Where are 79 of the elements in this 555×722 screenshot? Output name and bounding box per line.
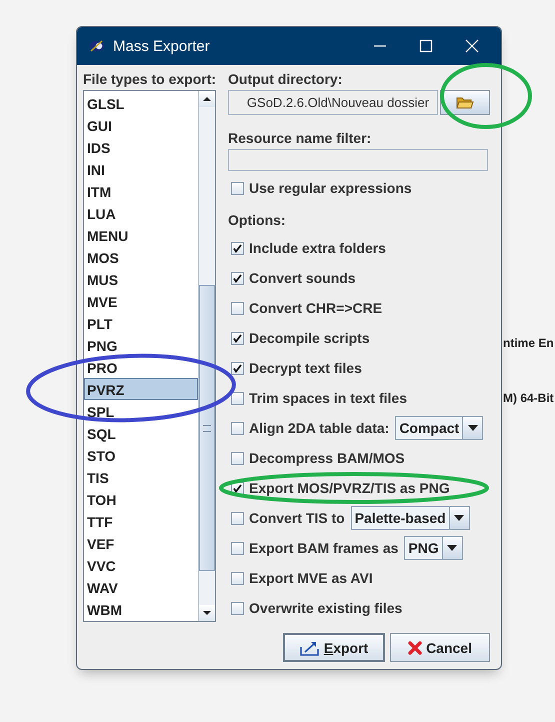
- file-type-item[interactable]: PNG: [84, 334, 198, 356]
- checkbox[interactable]: [231, 332, 244, 344]
- checkbox-label: Export MOS/PVRZ/TIS as PNG: [249, 480, 450, 496]
- checkbox-label: Use regular expressions: [249, 180, 412, 196]
- file-type-item[interactable]: PVRZ: [84, 378, 198, 400]
- file-type-item[interactable]: SPL: [84, 400, 198, 422]
- background-window-text: M) 64-Bit: [503, 391, 554, 405]
- file-type-item[interactable]: GLSL: [84, 92, 198, 114]
- checkbox[interactable]: [231, 362, 244, 374]
- export-button[interactable]: Export: [283, 633, 386, 662]
- scrollbar[interactable]: [198, 91, 216, 621]
- cancel-icon: [408, 640, 422, 654]
- scroll-down-icon[interactable]: [199, 605, 216, 621]
- checkbox-label: Trim spaces in text files: [249, 390, 407, 406]
- window-title: Mass Exporter: [113, 38, 211, 54]
- checkbox-label: Overwrite existing files: [249, 600, 402, 616]
- output-directory-field[interactable]: GSoD.2.6.Old\Nouveau dossier: [228, 90, 438, 115]
- scroll-up-icon[interactable]: [199, 91, 216, 107]
- file-type-item[interactable]: ITM: [84, 180, 198, 202]
- checkbox-label: Decompress BAM/MOS: [249, 450, 405, 466]
- maximize-icon[interactable]: [419, 39, 433, 53]
- file-type-item[interactable]: MVE: [84, 290, 198, 312]
- dropdown-arrow-icon: [447, 545, 458, 551]
- output-directory-label: Output directory:: [228, 71, 344, 88]
- dropdown[interactable]: Compact: [395, 416, 484, 440]
- checkbox[interactable]: [231, 422, 244, 434]
- file-type-item[interactable]: MOS: [84, 246, 198, 268]
- file-type-item[interactable]: WBM: [84, 598, 198, 620]
- checkbox-label: Convert TIS to: [249, 510, 345, 526]
- checkbox[interactable]: [231, 572, 244, 584]
- checkbox[interactable]: [231, 452, 244, 464]
- file-types-label: File types to export:: [83, 71, 216, 88]
- checkbox[interactable]: [231, 242, 244, 254]
- file-type-item[interactable]: SQL: [84, 422, 198, 444]
- checkbox-label: Include extra folders: [249, 240, 386, 256]
- browse-button[interactable]: [440, 90, 490, 115]
- checkbox[interactable]: [231, 302, 244, 314]
- file-type-item[interactable]: MUS: [84, 268, 198, 290]
- checkbox[interactable]: [231, 602, 244, 614]
- scrollbar-thumb[interactable]: [199, 285, 216, 571]
- checkbox[interactable]: [231, 272, 244, 284]
- app-icon: [89, 38, 105, 54]
- checkbox[interactable]: [231, 542, 244, 554]
- folder-icon: [456, 96, 474, 110]
- file-type-item[interactable]: STO: [84, 444, 198, 466]
- file-type-item[interactable]: INI: [84, 158, 198, 180]
- checkbox-label: Export MVE as AVI: [249, 570, 373, 586]
- file-type-item[interactable]: IDS: [84, 136, 198, 158]
- file-type-item[interactable]: LUA: [84, 202, 198, 224]
- file-type-item[interactable]: VVC: [84, 554, 198, 576]
- checkbox-label: Convert sounds: [249, 270, 356, 286]
- background-window-text: ntime En: [503, 336, 554, 350]
- options-label: Options:: [228, 212, 287, 229]
- file-type-item[interactable]: GUI: [84, 114, 198, 136]
- dropdown-arrow-icon: [454, 515, 464, 521]
- checkbox-label: Align 2DA table data:: [249, 420, 390, 436]
- file-type-item[interactable]: VEF: [84, 532, 198, 554]
- file-type-item[interactable]: MENU: [84, 224, 198, 246]
- file-type-item[interactable]: PLT: [84, 312, 198, 334]
- dropdown[interactable]: PNG: [404, 536, 463, 560]
- checkbox[interactable]: [231, 392, 244, 404]
- checkbox-label: Decompile scripts: [249, 330, 370, 346]
- resource-filter-field[interactable]: [228, 149, 488, 171]
- checkbox-label: Export BAM frames as: [249, 540, 398, 556]
- dropdown[interactable]: Palette-based: [350, 506, 470, 530]
- dropdown-arrow-icon: [468, 425, 478, 431]
- close-icon[interactable]: [465, 39, 479, 53]
- cancel-button[interactable]: Cancel: [390, 633, 490, 662]
- checkbox-label: Convert CHR=>CRE: [249, 300, 382, 316]
- checkbox[interactable]: [231, 512, 244, 524]
- file-type-item[interactable]: TTF: [84, 510, 198, 532]
- file-type-item[interactable]: TOH: [84, 488, 198, 510]
- file-type-item[interactable]: PRO: [84, 356, 198, 378]
- export-icon: [300, 640, 320, 656]
- checkbox[interactable]: [231, 182, 244, 194]
- checkbox-label: Decrypt text files: [249, 360, 362, 376]
- resource-filter-label: Resource name filter:: [228, 130, 372, 147]
- file-type-item[interactable]: WAV: [84, 576, 198, 598]
- file-type-item[interactable]: TIS: [84, 466, 198, 488]
